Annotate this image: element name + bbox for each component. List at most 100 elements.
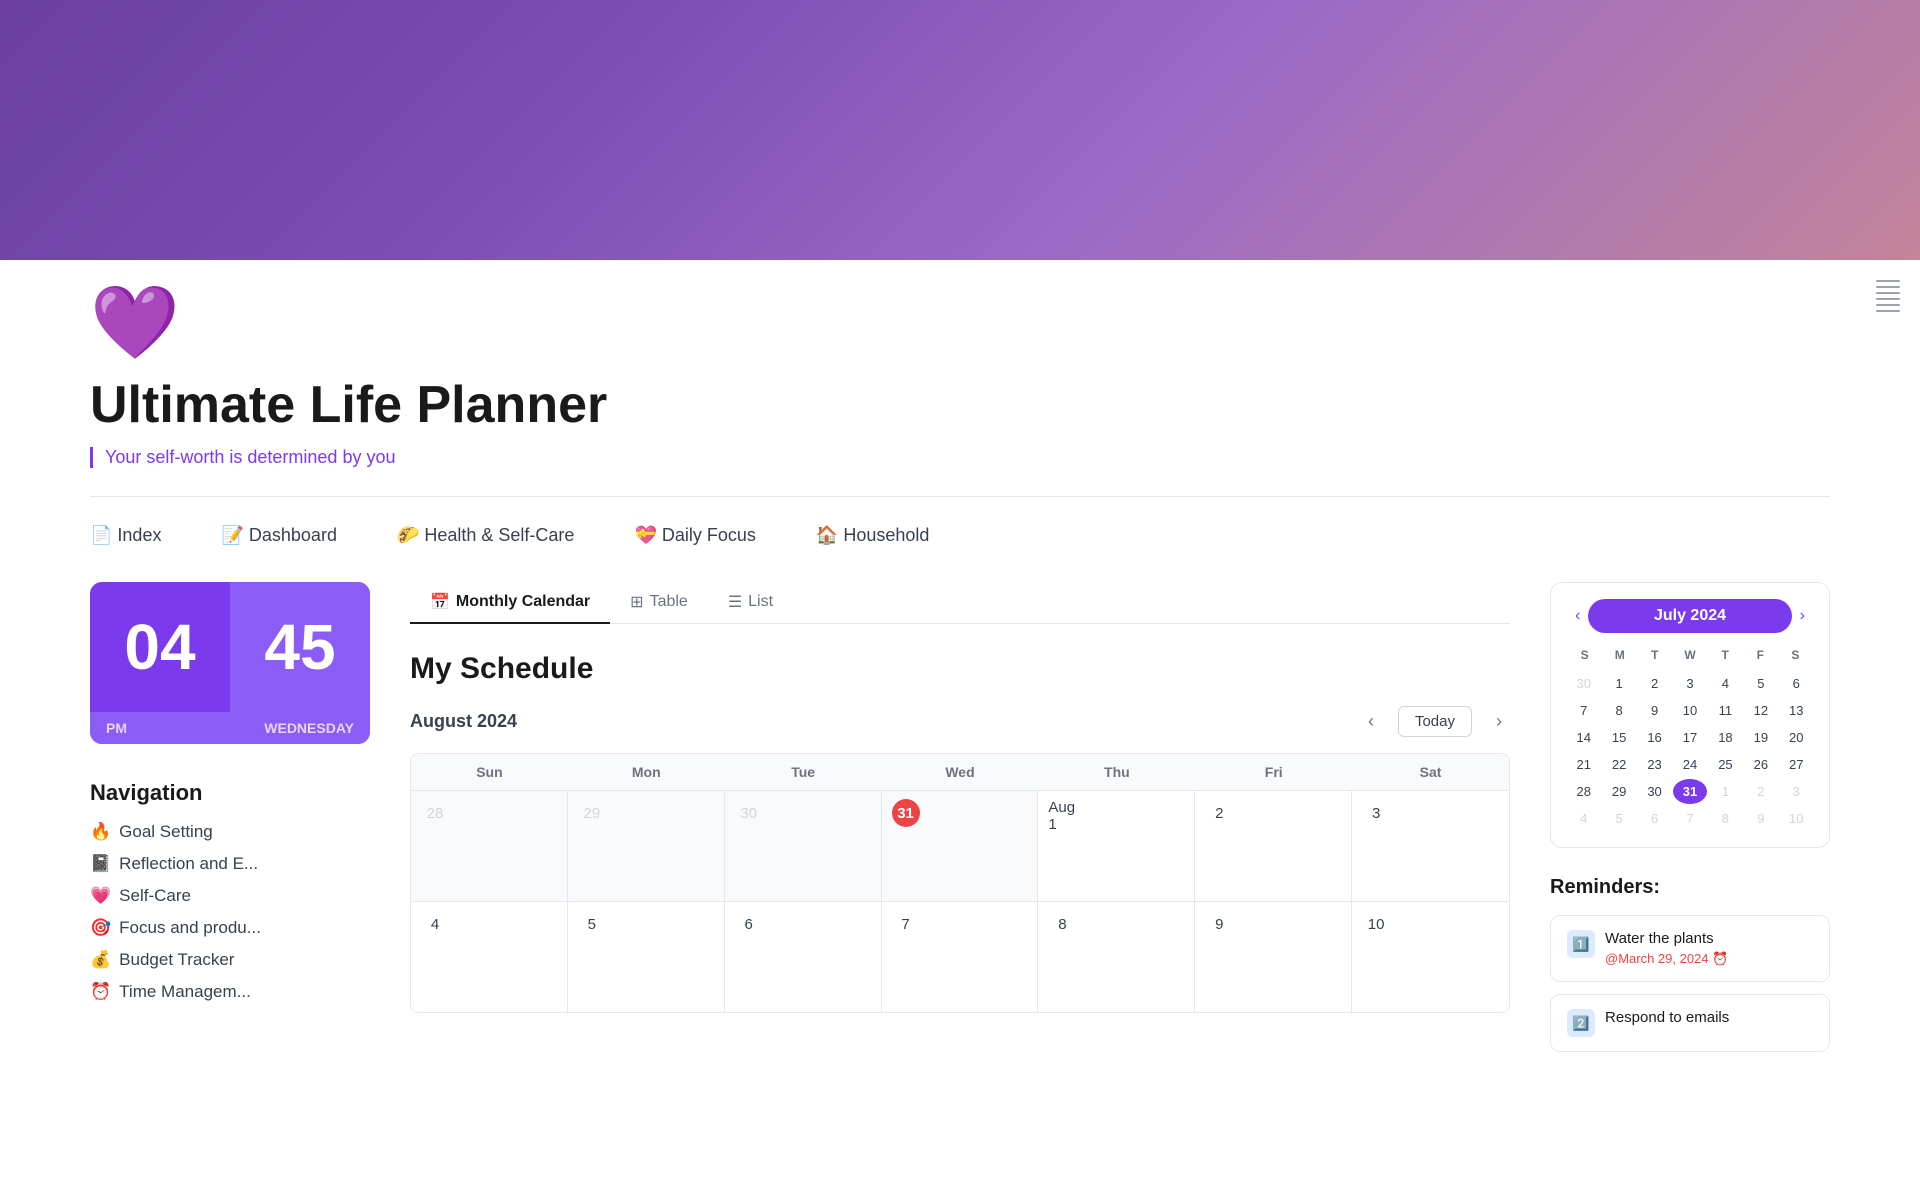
cal-cell-4[interactable]: 4 <box>411 902 568 1012</box>
cal-cell-aug1[interactable]: Aug 1 <box>1038 791 1195 901</box>
mini-cell-22[interactable]: 22 <box>1602 752 1635 777</box>
tab-monthly-calendar[interactable]: 📅 Monthly Calendar <box>410 582 610 624</box>
mini-cell-28[interactable]: 28 <box>1567 779 1600 804</box>
day-header-mon: Mon <box>568 754 725 790</box>
cal-cell-10[interactable]: 10 <box>1352 902 1509 1012</box>
cal-cell-3[interactable]: 3 <box>1352 791 1509 901</box>
nav-goal-setting[interactable]: 🔥 Goal Setting <box>90 822 370 842</box>
mini-cell-7[interactable]: 7 <box>1567 698 1600 723</box>
mini-cell-12[interactable]: 12 <box>1744 698 1777 723</box>
top-nav: 📄 Index 📝 Dashboard 🌮 Health & Self-Care… <box>90 525 1830 546</box>
clock-hour: 04 <box>90 582 230 712</box>
calendar-next-btn[interactable]: › <box>1488 707 1510 736</box>
nav-time[interactable]: ⏰ Time Managem... <box>90 982 370 1002</box>
mini-cell-8[interactable]: 8 <box>1602 698 1635 723</box>
list-icon: ☰ <box>728 592 742 612</box>
mini-cell-11[interactable]: 11 <box>1709 698 1742 723</box>
cal-cell-2[interactable]: 2 <box>1195 791 1352 901</box>
mini-cell-16[interactable]: 16 <box>1638 725 1671 750</box>
calendar-month-label: August 2024 <box>410 711 517 732</box>
mini-cell-27[interactable]: 27 <box>1780 752 1813 777</box>
mini-cell-20[interactable]: 20 <box>1780 725 1813 750</box>
calendar-nav-group: ‹ Today › <box>1360 706 1510 737</box>
mini-cell-1[interactable]: 1 <box>1602 671 1635 696</box>
clock-bottom-bar: PM WEDNESDAY <box>90 712 370 744</box>
mini-hdr-t2: T <box>1708 645 1743 665</box>
calendar-header: August 2024 ‹ Today › <box>410 706 1510 737</box>
cal-cell-5[interactable]: 5 <box>568 902 725 1012</box>
mini-hdr-t1: T <box>1637 645 1672 665</box>
cal-cell-29[interactable]: 29 <box>568 791 725 901</box>
mini-cell-9next[interactable]: 9 <box>1744 806 1777 831</box>
clock-minute: 45 <box>230 582 370 712</box>
cal-cell-7[interactable]: 7 <box>882 902 1039 1012</box>
day-header-thu: Thu <box>1038 754 1195 790</box>
nav-dashboard[interactable]: 📝 Dashboard <box>221 525 336 546</box>
mini-cell-13[interactable]: 13 <box>1780 698 1813 723</box>
calendar-grid: Sun Mon Tue Wed Thu Fri Sat 28 29 30 31 … <box>410 753 1510 1013</box>
mini-cell-26[interactable]: 26 <box>1744 752 1777 777</box>
mini-cell-10[interactable]: 10 <box>1673 698 1706 723</box>
mini-cell-6[interactable]: 6 <box>1780 671 1813 696</box>
nav-self-care[interactable]: 💗 Self-Care <box>90 886 370 906</box>
calendar-icon: 📅 <box>430 592 450 612</box>
mini-cell-2[interactable]: 2 <box>1638 671 1671 696</box>
mini-cell-3next[interactable]: 3 <box>1780 779 1813 804</box>
cal-cell-28[interactable]: 28 <box>411 791 568 901</box>
mini-cell-9[interactable]: 9 <box>1638 698 1671 723</box>
main-layout: 04 45 PM WEDNESDAY Navigation 🔥 Goal Set… <box>90 582 1830 1064</box>
mini-cell-23[interactable]: 23 <box>1638 752 1671 777</box>
nav-reflection[interactable]: 📓 Reflection and E... <box>90 854 370 874</box>
mini-cell-2next[interactable]: 2 <box>1744 779 1777 804</box>
mini-cal-next-btn[interactable]: › <box>1792 603 1813 629</box>
mini-cell-1next[interactable]: 1 <box>1709 779 1742 804</box>
tab-list[interactable]: ☰ List <box>708 582 793 624</box>
mini-cell-24[interactable]: 24 <box>1673 752 1706 777</box>
mini-cell-31-today[interactable]: 31 <box>1673 779 1706 804</box>
tab-table[interactable]: ⊞ Table <box>610 582 708 624</box>
mini-cell-7next[interactable]: 7 <box>1673 806 1706 831</box>
left-panel: 04 45 PM WEDNESDAY Navigation 🔥 Goal Set… <box>90 582 370 1002</box>
calendar-prev-btn[interactable]: ‹ <box>1360 707 1382 736</box>
mini-cal-prev-btn[interactable]: ‹ <box>1567 603 1588 629</box>
nav-health[interactable]: 🌮 Health & Self-Care <box>397 525 575 546</box>
mini-cell-10next[interactable]: 10 <box>1780 806 1813 831</box>
mini-cell-5next[interactable]: 5 <box>1602 806 1635 831</box>
mini-cell-25[interactable]: 25 <box>1709 752 1742 777</box>
mini-cell-29[interactable]: 29 <box>1602 779 1635 804</box>
nav-index[interactable]: 📄 Index <box>90 525 161 546</box>
nav-budget[interactable]: 💰 Budget Tracker <box>90 950 370 970</box>
mini-cell-19[interactable]: 19 <box>1744 725 1777 750</box>
mini-cell-18[interactable]: 18 <box>1709 725 1742 750</box>
calendar-row-2: 4 5 6 7 8 9 10 <box>411 902 1509 1012</box>
mini-cell-17[interactable]: 17 <box>1673 725 1706 750</box>
day-header-tue: Tue <box>725 754 882 790</box>
mini-cell-4[interactable]: 4 <box>1709 671 1742 696</box>
mini-cell-5[interactable]: 5 <box>1744 671 1777 696</box>
mini-cell-3[interactable]: 3 <box>1673 671 1706 696</box>
right-panel: ‹ July 2024 › S M T W T F S 30 1 <box>1550 582 1830 1064</box>
mini-cell-8next[interactable]: 8 <box>1709 806 1742 831</box>
scroll-line-3 <box>1876 292 1900 294</box>
nav-household[interactable]: 🏠 Household <box>816 525 929 546</box>
cal-cell-8[interactable]: 8 <box>1038 902 1195 1012</box>
nav-focus[interactable]: 🎯 Focus and produ... <box>90 918 370 938</box>
calendar-today-btn[interactable]: Today <box>1398 706 1472 737</box>
scrollbar[interactable] <box>1876 280 1900 312</box>
page-quote: Your self-worth is determined by you <box>90 447 1830 468</box>
mini-cell-21[interactable]: 21 <box>1567 752 1600 777</box>
mini-cell-14[interactable]: 14 <box>1567 725 1600 750</box>
cal-cell-6[interactable]: 6 <box>725 902 882 1012</box>
cal-cell-30[interactable]: 30 <box>725 791 882 901</box>
mini-calendar: ‹ July 2024 › S M T W T F S 30 1 <box>1550 582 1830 848</box>
mini-cell-30[interactable]: 30 <box>1638 779 1671 804</box>
cal-cell-9[interactable]: 9 <box>1195 902 1352 1012</box>
mini-cell-30prev[interactable]: 30 <box>1567 671 1600 696</box>
mini-cell-15[interactable]: 15 <box>1602 725 1635 750</box>
page-title: Ultimate Life Planner <box>90 375 1830 435</box>
mini-cell-4next[interactable]: 4 <box>1567 806 1600 831</box>
mini-cell-6next[interactable]: 6 <box>1638 806 1671 831</box>
mini-calendar-title: July 2024 <box>1588 599 1791 633</box>
nav-daily-focus[interactable]: 💝 Daily Focus <box>634 525 755 546</box>
cal-cell-31[interactable]: 31 <box>882 791 1039 901</box>
